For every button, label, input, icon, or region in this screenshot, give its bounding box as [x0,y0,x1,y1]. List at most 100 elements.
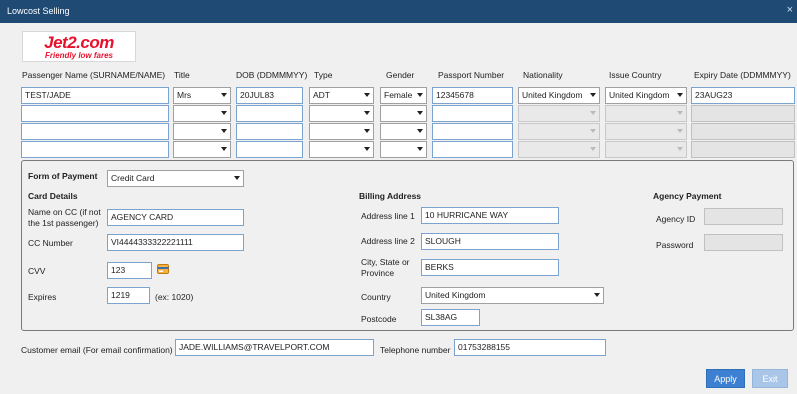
passport-input[interactable]: 12345678 [432,87,513,104]
gender-value: Female [384,90,413,100]
country-label: Country [361,292,391,302]
passenger-name-input[interactable] [21,123,169,140]
chevron-down-icon [417,147,423,151]
city-label: City, State or Province [361,257,410,278]
title-value: Mrs [177,90,192,100]
chevron-down-icon [417,129,423,133]
apply-button[interactable]: Apply [706,369,745,388]
header-passenger-name: Passenger Name (SURNAME/NAME) [22,70,166,80]
dob-input[interactable] [236,123,303,140]
cvv-input[interactable]: 123 [107,262,152,279]
city-input[interactable]: BERKS [421,259,559,276]
expiry-input [691,123,795,140]
form-of-payment-value: Credit Card [111,173,155,183]
cc-name-label: Name on CC (if not the 1st passenger) [28,207,101,228]
logo-brand: Jet2.com [44,33,114,52]
issue-country-value: United Kingdom [609,90,670,100]
expires-input[interactable]: 1219 [107,287,150,304]
chevron-down-icon [677,129,683,133]
passenger-name-input[interactable] [21,141,169,158]
passport-input[interactable] [432,141,513,158]
chevron-down-icon [590,129,596,133]
gender-select[interactable] [380,123,427,140]
issue-country-select [605,123,687,140]
gender-select[interactable] [380,105,427,122]
address-line2-input[interactable]: SLOUGH [421,233,559,250]
chevron-down-icon [590,111,596,115]
chevron-down-icon [590,93,596,97]
country-value: United Kingdom [425,290,486,300]
customer-email-input[interactable]: JADE.WILLIAMS@TRAVELPORT.COM [175,339,374,356]
chevron-down-icon [594,293,600,297]
billing-address-heading: Billing Address [359,191,422,201]
jet2-logo: Jet2.com Friendly low fares [22,31,136,62]
agency-payment-heading: Agency Payment [653,191,722,201]
chevron-down-icon [677,93,683,97]
issue-country-select[interactable]: United Kingdom [605,87,687,104]
exit-button[interactable]: Exit [752,369,788,388]
address-line1-input[interactable]: 10 HURRICANE WAY [421,207,559,224]
expiry-input [691,105,795,122]
chevron-down-icon [221,93,227,97]
expires-hint: (ex: 1020) [155,292,194,302]
agency-id-label: Agency ID [656,214,696,224]
title-select[interactable] [173,105,231,122]
title-select[interactable] [173,141,231,158]
type-select[interactable] [309,141,374,158]
dob-input[interactable] [236,141,303,158]
nationality-select [518,141,600,158]
address-line1-label: Address line 1 [361,211,415,221]
telephone-input[interactable]: 01753288155 [454,339,606,356]
gender-select[interactable] [380,141,427,158]
form-of-payment-select[interactable]: Credit Card [107,170,244,187]
chevron-down-icon [677,147,683,151]
title-select[interactable]: Mrs [173,87,231,104]
cc-name-input[interactable]: AGENCY CARD [107,209,244,226]
expires-label: Expires [28,292,57,302]
type-select[interactable]: ADT [309,87,374,104]
card-details-heading: Card Details [28,191,78,201]
credit-card-icon[interactable] [157,263,169,275]
issue-country-select [605,141,687,158]
passport-input[interactable] [432,123,513,140]
issue-country-select [605,105,687,122]
chevron-down-icon [677,111,683,115]
header-dob: DOB (DDMMMYY) [236,70,308,80]
header-title: Title [174,70,190,80]
telephone-label: Telephone number [380,345,451,355]
address-line2-label: Address line 2 [361,236,415,246]
dob-input[interactable]: 20JUL83 [236,87,303,104]
nationality-select[interactable]: United Kingdom [518,87,600,104]
expiry-input [691,141,795,158]
chevron-down-icon [364,147,370,151]
header-gender: Gender [386,70,415,80]
chevron-down-icon [221,147,227,151]
header-issue-country: Issue Country [609,70,662,80]
header-type: Type [314,70,333,80]
dob-input[interactable] [236,105,303,122]
agency-password-label: Password [656,240,694,250]
expiry-input[interactable]: 23AUG23 [691,87,795,104]
header-expiry: Expiry Date (DDMMMYY) [694,70,791,80]
type-select[interactable] [309,105,374,122]
chevron-down-icon [364,93,370,97]
type-select[interactable] [309,123,374,140]
cc-number-input[interactable]: VI4444333322221111 [107,234,244,251]
country-select[interactable]: United Kingdom [421,287,604,304]
chevron-down-icon [364,129,370,133]
gender-select[interactable]: Female [380,87,427,104]
chevron-down-icon [221,111,227,115]
passenger-name-input[interactable] [21,105,169,122]
cvv-label: CVV [28,266,46,276]
postcode-label: Postcode [361,314,397,324]
header-passport: Passport Number [438,70,505,80]
title-select[interactable] [173,123,231,140]
chevron-down-icon [417,93,423,97]
passport-input[interactable] [432,105,513,122]
postcode-input[interactable]: SL38AG [421,309,480,326]
passenger-name-input[interactable]: TEST/JADE [21,87,169,104]
type-value: ADT [313,90,330,100]
logo-tagline: Friendly low fares [44,51,114,60]
customer-email-label: Customer email (For email confirmation) [21,345,173,355]
close-icon[interactable]: × [787,4,793,16]
